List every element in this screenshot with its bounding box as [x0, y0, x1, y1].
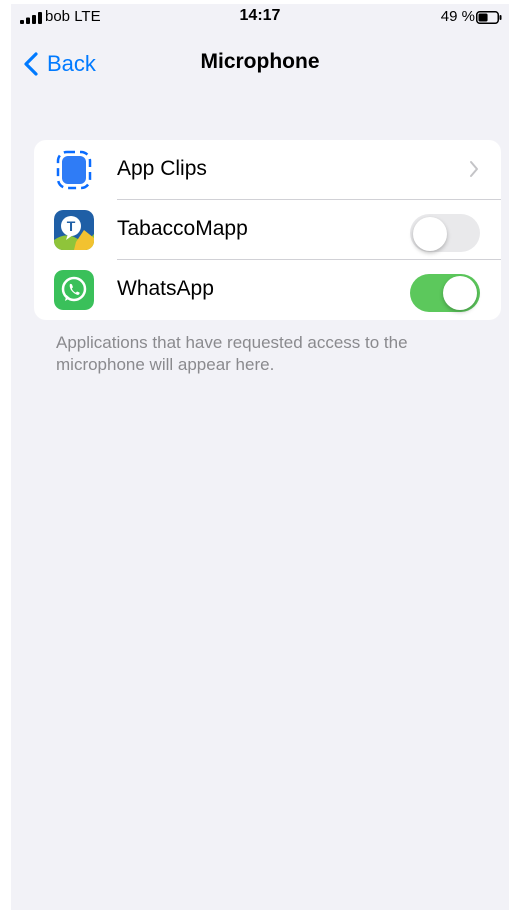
- app-name: WhatsApp: [117, 277, 214, 300]
- status-bar: bob LTE 14:17 49 %: [11, 4, 509, 30]
- whatsapp-icon: [54, 270, 94, 310]
- app-name: TabaccoMapp: [117, 217, 248, 240]
- list-item-app-clips[interactable]: App Clips: [34, 140, 501, 200]
- list-item-tabaccomapp: T TabaccoMapp: [34, 200, 501, 260]
- list-item-whatsapp: WhatsApp: [34, 260, 501, 320]
- navigation-bar: Back Microphone: [11, 34, 509, 94]
- battery-percent: 49 %: [440, 8, 475, 25]
- svg-text:T: T: [67, 218, 76, 234]
- battery-icon: [476, 11, 502, 24]
- whatsapp-microphone-toggle[interactable]: [410, 274, 480, 312]
- app-list: App Clips T TabaccoMapp WhatsApp: [34, 140, 501, 320]
- app-name: App Clips: [117, 157, 207, 180]
- chevron-right-icon: [470, 161, 478, 177]
- toggle-knob: [443, 276, 477, 310]
- page-title: Microphone: [200, 50, 320, 73]
- app-clips-icon: [56, 150, 92, 190]
- tabaccomapp-icon: T: [54, 210, 94, 250]
- status-time: 14:17: [239, 7, 281, 24]
- toggle-knob: [413, 217, 447, 251]
- microphone-settings-screen: bob LTE 14:17 49 % Back Microphone App C…: [11, 4, 509, 910]
- footer-note: Applications that have requested access …: [56, 333, 408, 374]
- tabaccomapp-microphone-toggle[interactable]: [410, 214, 480, 252]
